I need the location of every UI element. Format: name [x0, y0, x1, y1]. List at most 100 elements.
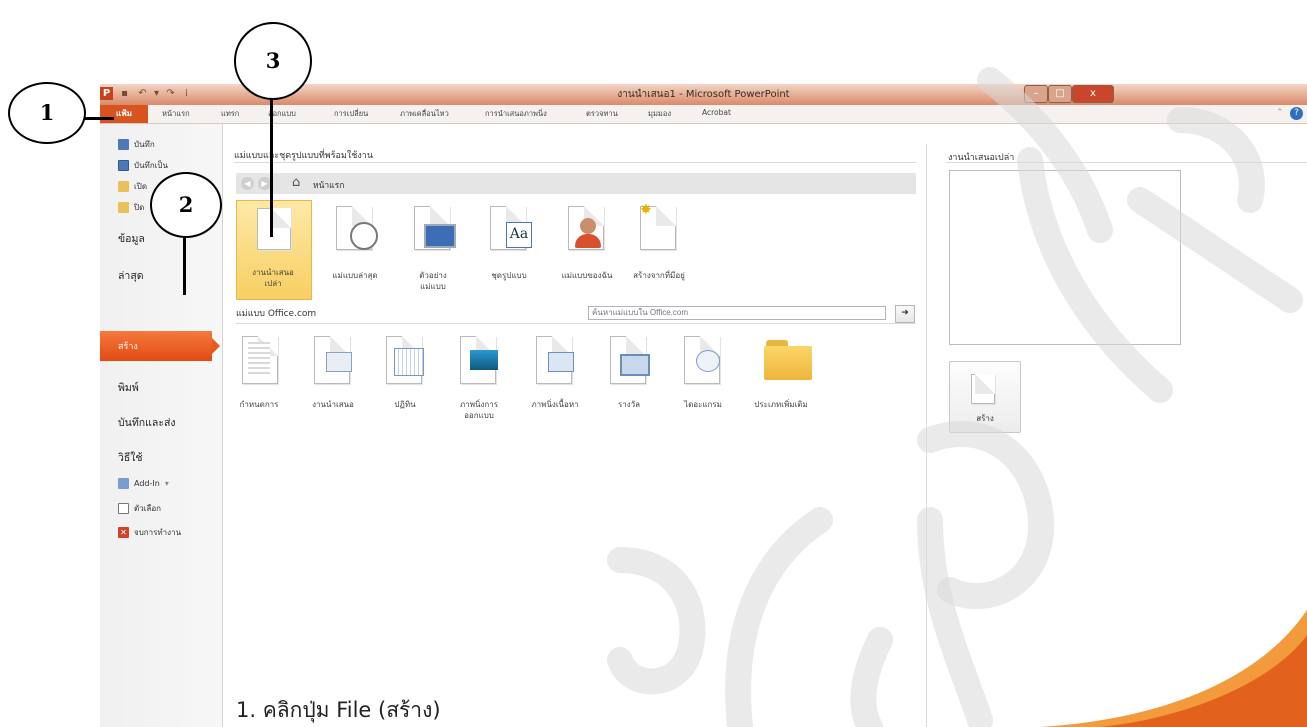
office-divider [236, 323, 916, 324]
nav-close-label: ปิด [134, 203, 145, 212]
right-panel-divider [926, 144, 927, 727]
nav-create-label: สร้าง [118, 342, 138, 352]
tile-my-templates[interactable]: แม่แบบของฉัน [550, 200, 624, 298]
calendar-grid-icon [394, 348, 424, 376]
tile-recent-templates[interactable]: แม่แบบล่าสุด [318, 200, 392, 298]
help-icon[interactable]: ? [1290, 107, 1303, 120]
callout-2: 2 [150, 172, 222, 238]
nav-info[interactable]: ข้อมูล [118, 230, 145, 247]
tile-label: รางวัล [617, 400, 641, 409]
close-button[interactable]: x [1072, 85, 1114, 103]
create-document-icon [971, 374, 995, 404]
tile-label: ภาพนิ่งการ [459, 400, 499, 409]
tab-acrobat[interactable]: Acrobat [702, 108, 731, 117]
save-icon [118, 139, 129, 150]
certificate-icon [620, 354, 650, 376]
blank-document-icon [257, 208, 291, 250]
nav-options[interactable]: ตัวเลือก [118, 502, 161, 515]
tile-themes[interactable]: Aa ชุดรูปแบบ [472, 200, 546, 298]
diagram-cycle-icon [696, 350, 720, 372]
heading-divider [234, 162, 916, 163]
callout-1-pointer [84, 117, 114, 120]
tab-insert[interactable]: แทรก [221, 108, 239, 120]
tile-label: กำหนดการ [239, 400, 279, 409]
nav-recent[interactable]: ล่าสุด [118, 267, 144, 284]
tile-label: ประเภทเพิ่มเติม [754, 400, 808, 409]
tile-agenda[interactable]: กำหนดการ [222, 332, 296, 422]
nav-open[interactable]: เปิด [118, 180, 147, 193]
ribbon-minimize-icon[interactable]: ⌃ [1276, 108, 1284, 118]
blank-presentation-preview [949, 170, 1181, 345]
tab-review[interactable]: ตรวจทาน [586, 108, 618, 120]
tile-label: ปฏิทิน [394, 400, 416, 409]
tile-diagrams[interactable]: ไดอะแกรม [666, 332, 740, 422]
tile-new-from-existing[interactable]: ✸ สร้างจากที่มีอยู่ [622, 200, 696, 298]
tile-sample-templates[interactable]: ตัวอย่าง แม่แบบ [396, 200, 470, 298]
font-aa-icon: Aa [506, 222, 532, 248]
tile-label: งานนำเสนอ [312, 400, 354, 409]
tab-animations[interactable]: ภาพเคลื่อนไหว [400, 108, 449, 120]
template-breadcrumb-bar: ◀ ▶ ⌂ หน้าแรก [236, 173, 916, 194]
nav-options-label: ตัวเลือก [134, 504, 161, 513]
nav-addin[interactable]: Add-In ▾ [118, 478, 169, 489]
tile-label: แม่แบบล่าสุด [332, 271, 378, 280]
tile-more-categories[interactable]: ประเภทเพิ่มเติม [744, 332, 818, 422]
nav-save[interactable]: บันทึก [118, 138, 155, 151]
design-slide-icon [470, 350, 498, 370]
tile-label: แม่แบบของฉัน [561, 271, 613, 280]
search-go-button[interactable]: ➜ [895, 305, 915, 323]
tab-transitions[interactable]: การเปลี่ยน [334, 108, 368, 120]
tab-view[interactable]: มุมมอง [648, 108, 671, 120]
tile-label: งานนำเสนอ [252, 268, 294, 277]
tile-label: ไดอะแกรม [684, 400, 722, 409]
tab-home[interactable]: หน้าแรก [162, 108, 190, 120]
tab-slide-show[interactable]: การนำเสนอภาพนิ่ง [485, 108, 547, 120]
save-as-icon [118, 160, 129, 171]
callout-1: 1 [8, 82, 86, 144]
content-chart-icon [548, 352, 574, 372]
tile-awards[interactable]: รางวัล [592, 332, 666, 422]
options-icon [118, 503, 129, 514]
nav-open-label: เปิด [134, 182, 148, 191]
available-templates-heading: แม่แบบและชุดรูปแบบที่พร้อมใช้งาน [234, 151, 373, 161]
tile-design-slides[interactable]: ภาพนิ่งการ ออกแบบ [442, 332, 516, 422]
nav-save-as[interactable]: บันทึกเป็น [118, 159, 168, 172]
close-folder-icon [118, 202, 129, 213]
tile-label-2: แม่แบบ [420, 282, 446, 291]
nav-save-send[interactable]: บันทึกและส่ง [118, 414, 176, 431]
create-button[interactable]: สร้าง [949, 361, 1021, 433]
nav-print[interactable]: พิมพ์ [118, 379, 139, 396]
tile-presentations[interactable]: งานนำเสนอ [296, 332, 370, 422]
monitor-icon [424, 224, 456, 248]
breadcrumb-home[interactable]: หน้าแรก [313, 178, 344, 192]
callout-3: 3 [234, 22, 312, 100]
tile-calendars[interactable]: ปฏิทิน [368, 332, 442, 422]
nav-save-label: บันทึก [134, 140, 155, 149]
addin-icon [118, 478, 129, 489]
office-swoosh-decoration [1040, 610, 1307, 727]
tile-blank-presentation[interactable]: งานนำเสนอ เปล่า [236, 200, 312, 300]
minimize-button[interactable]: – [1024, 85, 1048, 103]
back-arrow-icon[interactable]: ◀ [241, 177, 254, 190]
agenda-lines-icon [248, 342, 270, 376]
nav-create[interactable]: สร้าง [100, 331, 220, 361]
nav-close[interactable]: ปิด [118, 201, 144, 214]
nav-exit-label: จบการทำงาน [134, 528, 182, 537]
tile-content-slides[interactable]: ภาพนิ่งเนื้อหา [518, 332, 592, 422]
nav-help[interactable]: วิธีใช้ [118, 449, 143, 466]
home-icon[interactable]: ⌂ [292, 175, 300, 190]
maximize-button[interactable]: □ [1048, 85, 1072, 103]
tile-label: สร้างจากที่มีอยู่ [633, 271, 685, 280]
addin-dropdown-icon: ▾ [164, 479, 169, 488]
file-tab[interactable]: แฟ้ม [100, 105, 148, 123]
tile-label: ชุดรูปแบบ [491, 271, 527, 280]
clock-icon [350, 222, 378, 250]
office-templates-heading: แม่แบบ Office.com [236, 309, 317, 319]
nav-save-as-label: บันทึกเป็น [134, 161, 168, 170]
nav-exit[interactable]: ✕ จบการทำงาน [118, 526, 181, 539]
folder-icon [764, 346, 812, 380]
office-template-search-input[interactable] [588, 306, 886, 320]
callout-3-pointer [270, 97, 273, 237]
exit-icon: ✕ [118, 527, 129, 538]
nav-addin-label: Add-In [134, 479, 160, 488]
